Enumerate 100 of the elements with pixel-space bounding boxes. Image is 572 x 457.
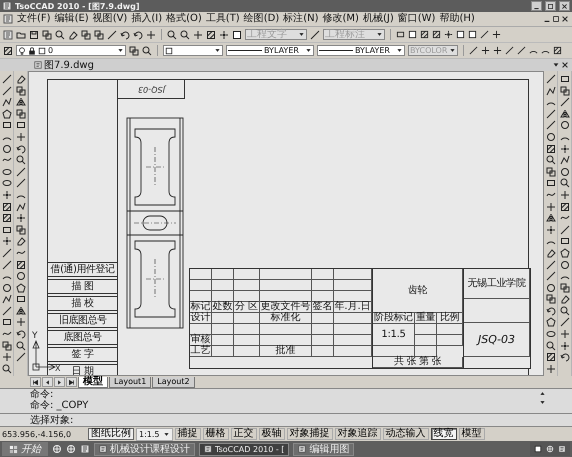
circle-icon[interactable] [560, 120, 570, 130]
paper-scale-button[interactable]: 图纸比例 [88, 428, 134, 440]
polyline-icon[interactable] [546, 86, 556, 96]
polygon-icon[interactable] [546, 317, 556, 328]
app-icon[interactable] [3, 30, 13, 40]
color-dropdown[interactable] [163, 45, 223, 56]
status-toggle[interactable]: 动态输入 [382, 428, 429, 440]
polyline-icon[interactable] [560, 155, 570, 166]
line-icon[interactable] [2, 86, 12, 96]
point-icon[interactable] [546, 224, 556, 235]
ellipse-icon[interactable] [2, 178, 12, 188]
minimize-button[interactable] [531, 1, 542, 11]
point-icon[interactable] [16, 213, 26, 224]
mirror-icon[interactable] [546, 213, 556, 224]
point-icon[interactable] [2, 190, 12, 200]
menu-item[interactable]: 文件(F) [17, 13, 51, 25]
layout-tab[interactable]: 模型 [78, 376, 108, 388]
rectangle-icon[interactable] [16, 120, 26, 130]
globe-icon[interactable] [52, 444, 62, 454]
move-icon[interactable] [193, 30, 203, 40]
point-icon[interactable] [444, 30, 453, 39]
line-icon[interactable] [546, 108, 556, 119]
undo-icon[interactable] [560, 352, 570, 362]
menu-item[interactable]: 编辑(E) [54, 13, 89, 25]
app-icon[interactable] [558, 445, 566, 453]
first-tab-button[interactable] [30, 377, 41, 387]
move-icon[interactable] [560, 190, 570, 200]
move-icon[interactable] [492, 30, 501, 39]
undo-icon[interactable] [16, 144, 26, 154]
caret-up-icon[interactable] [539, 390, 546, 397]
hatch-icon[interactable] [16, 260, 26, 270]
square-icon[interactable] [408, 30, 417, 39]
line-icon[interactable] [560, 317, 570, 328]
erase-icon[interactable] [16, 74, 26, 84]
zoom-icon[interactable] [55, 30, 65, 40]
menu-item[interactable]: 修改(M) [322, 13, 359, 25]
drawing-canvas[interactable]: JSQ-03 借(通)用件登记 描 图 描 校 旧底图总号 底图总号 签 字 日 期 Y X 标记 处数 分 区 更改文件号 签名 年.月.日 设计 标准化 审核 工艺 批准 齿轮 阶段标记 重量 比例 1:1.5 共 张 第 张 无锡工业学院 JSQ-03 [28, 71, 544, 376]
close-icon[interactable] [561, 61, 569, 69]
copy-icon[interactable] [2, 340, 12, 351]
rectangle-icon[interactable] [2, 224, 12, 235]
rectangle-icon[interactable] [16, 294, 26, 304]
zoom-icon[interactable] [546, 340, 556, 351]
point-icon[interactable] [560, 340, 570, 351]
line-icon[interactable] [560, 224, 570, 235]
polygon-icon[interactable] [560, 248, 570, 258]
copy-icon[interactable] [560, 86, 570, 96]
folder-icon[interactable] [16, 30, 26, 40]
circle-icon[interactable] [546, 282, 556, 293]
hatch-icon[interactable] [553, 46, 562, 55]
point-icon[interactable] [2, 236, 12, 246]
status-toggle[interactable]: 对象追踪 [334, 428, 381, 440]
menu-item[interactable]: 格式(O) [166, 13, 202, 25]
status-toggle[interactable]: 对象捕捉 [286, 428, 333, 440]
caret-down-icon[interactable] [539, 399, 546, 406]
circle-icon[interactable] [560, 260, 570, 270]
circle-icon[interactable] [546, 132, 556, 142]
line-icon[interactable] [2, 74, 12, 84]
move-icon[interactable] [2, 352, 12, 362]
mirror-icon[interactable] [16, 97, 26, 108]
rectangle-icon[interactable] [2, 317, 12, 328]
status-toggle[interactable]: 捕捉 [174, 428, 201, 440]
line-icon[interactable] [517, 46, 526, 55]
layout-tab[interactable]: Layout1 [109, 376, 152, 388]
close-button[interactable] [559, 1, 570, 11]
rectangle-icon[interactable] [546, 178, 556, 188]
zoom-icon[interactable] [180, 30, 190, 40]
taskbar-item[interactable]: TsoCCAD 2010 - [ [199, 442, 290, 456]
mirror-icon[interactable] [560, 108, 570, 119]
copy-icon[interactable] [16, 108, 26, 119]
square-icon[interactable] [232, 30, 242, 40]
rectangle-icon[interactable] [560, 236, 570, 246]
circle-icon[interactable] [560, 166, 570, 177]
hatch-icon[interactable] [546, 144, 556, 154]
menu-item[interactable]: 工具(T) [206, 13, 240, 25]
erase-icon[interactable] [546, 248, 556, 258]
copy-icon[interactable] [16, 224, 26, 235]
circle-icon[interactable] [2, 144, 12, 154]
erase-icon[interactable] [560, 294, 570, 304]
zoom-icon[interactable] [16, 155, 26, 166]
hatch-icon[interactable] [546, 352, 556, 362]
zoom-icon[interactable] [167, 30, 177, 40]
move-icon[interactable] [16, 317, 26, 328]
line-icon[interactable] [546, 120, 556, 130]
copy-icon[interactable] [16, 86, 26, 96]
line-icon[interactable] [546, 74, 556, 84]
hatch-icon[interactable] [420, 30, 429, 39]
erase-icon[interactable] [68, 30, 78, 40]
polygon-icon[interactable] [16, 282, 26, 293]
line-icon[interactable] [16, 166, 26, 177]
linetype-dropdown[interactable]: BYLAYER [226, 45, 314, 56]
undo-icon[interactable] [546, 306, 556, 316]
copy-icon[interactable] [546, 166, 556, 177]
menu-item[interactable]: 标注(N) [283, 13, 319, 25]
polyline-icon[interactable] [2, 294, 12, 304]
polyline-icon[interactable] [16, 202, 26, 212]
layout-tab[interactable]: Layout2 [152, 376, 195, 388]
polygon-icon[interactable] [2, 108, 12, 119]
hatch-icon[interactable] [560, 202, 570, 212]
next-tab-button[interactable] [54, 377, 65, 387]
hatch-icon[interactable] [2, 213, 12, 224]
